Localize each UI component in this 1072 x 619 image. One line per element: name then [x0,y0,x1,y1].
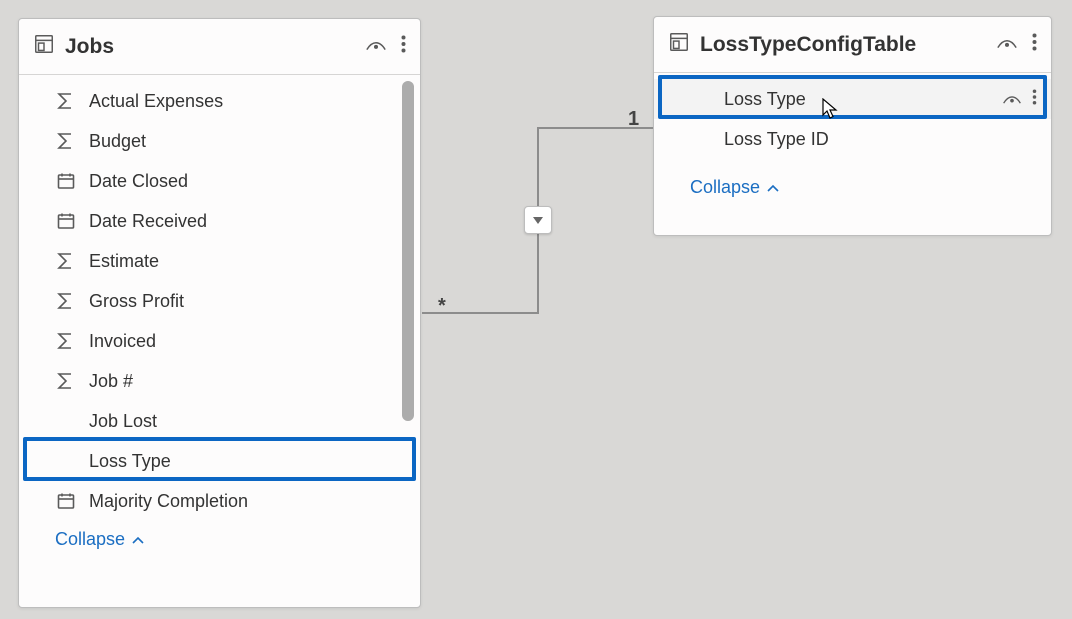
sigma-icon [57,292,79,310]
chevron-up-icon [766,177,780,198]
field-row-actual-expenses[interactable]: Actual Expenses [19,81,420,121]
sigma-icon [57,332,79,350]
collapse-toggle-jobs[interactable]: Collapse [19,521,145,550]
field-row-job-number[interactable]: Job # [19,361,420,401]
field-row-loss-type[interactable]: Loss Type [19,441,420,481]
calendar-icon [57,172,79,190]
field-label: Budget [89,131,146,152]
more-options-icon[interactable] [1032,33,1037,56]
field-row-budget[interactable]: Budget [19,121,420,161]
field-row-estimate[interactable]: Estimate [19,241,420,281]
field-row-invoiced[interactable]: Invoiced [19,321,420,361]
table-header-ltct: LossTypeConfigTable [654,17,1051,73]
table-panel-losstypeconfigtable: LossTypeConfigTable [653,16,1052,236]
visibility-icon[interactable] [1002,89,1022,110]
field-row-loss-type-id[interactable]: Loss Type ID [654,119,1051,159]
field-label: Job # [89,371,133,392]
table-body-jobs: Actual Expenses Budget [19,75,420,564]
calendar-icon [57,492,79,510]
field-row-job-lost[interactable]: Job Lost [19,401,420,441]
collapse-toggle-ltct[interactable]: Collapse [654,159,780,198]
field-row-majority-completion[interactable]: Majority Completion [19,481,420,521]
field-row-date-closed[interactable]: Date Closed [19,161,420,201]
more-options-icon[interactable] [1032,89,1037,110]
field-label: Estimate [89,251,159,272]
chevron-up-icon [131,529,145,550]
field-label: Invoiced [89,331,156,352]
visibility-icon[interactable] [996,34,1018,55]
table-panel-jobs: Jobs [18,18,421,608]
cardinality-right: 1 [628,108,639,131]
field-label: Loss Type ID [724,129,829,150]
scrollbar[interactable] [402,81,414,421]
table-title[interactable]: LossTypeConfigTable [700,33,996,57]
field-row-gross-profit[interactable]: Gross Profit [19,281,420,321]
field-label: Date Received [89,211,207,232]
table-title[interactable]: Jobs [65,35,365,59]
more-options-icon[interactable] [401,35,406,58]
sigma-icon [57,372,79,390]
table-icon [668,31,690,58]
collapse-label: Collapse [55,529,125,550]
field-label: Loss Type [89,451,171,472]
mouse-cursor-icon [822,98,840,125]
table-icon [33,33,55,60]
filter-direction-icon[interactable] [524,206,552,234]
table-header-jobs: Jobs [19,19,420,75]
collapse-label: Collapse [690,177,760,198]
sigma-icon [57,252,79,270]
field-label: Gross Profit [89,291,184,312]
sigma-icon [57,132,79,150]
sigma-icon [57,92,79,110]
cardinality-left: * [438,295,446,318]
scroll-thumb[interactable] [402,81,414,421]
field-row-loss-type[interactable]: Loss Type [654,79,1051,119]
calendar-icon [57,212,79,230]
table-body-ltct: Loss Type [654,73,1051,212]
field-label: Date Closed [89,171,188,192]
field-label: Actual Expenses [89,91,223,112]
field-label: Job Lost [89,411,157,432]
field-label: Majority Completion [89,491,248,512]
field-row-date-received[interactable]: Date Received [19,201,420,241]
visibility-icon[interactable] [365,36,387,57]
field-label: Loss Type [724,89,806,110]
